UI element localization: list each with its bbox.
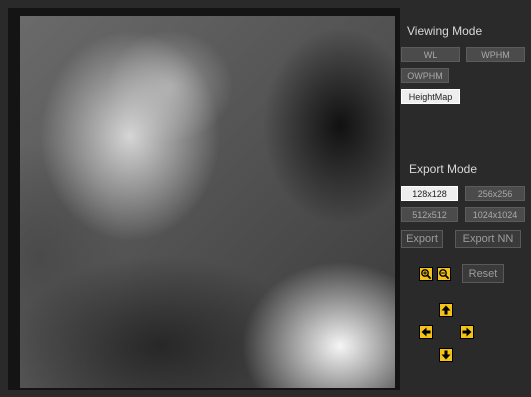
export-nn-button[interactable]: Export NN — [455, 230, 521, 248]
export-button[interactable]: Export — [401, 230, 443, 248]
wphm-button[interactable]: WPHM — [466, 47, 525, 62]
export-mode-title: Export Mode — [409, 162, 478, 176]
heightmap-image — [20, 16, 395, 388]
heightmap-button[interactable]: HeightMap — [401, 89, 460, 104]
reset-button[interactable]: Reset — [462, 264, 504, 283]
heightmap-view[interactable] — [20, 16, 395, 388]
size-1024-button[interactable]: 1024x1024 — [465, 207, 525, 222]
viewing-mode-title: Viewing Mode — [407, 24, 483, 38]
arrow-up-icon[interactable] — [439, 303, 453, 317]
size-256-button[interactable]: 256x256 — [465, 186, 525, 201]
size-512-button[interactable]: 512x512 — [401, 207, 458, 222]
zoom-out-icon[interactable] — [437, 267, 451, 281]
size-128-button[interactable]: 128x128 — [401, 186, 458, 201]
arrow-left-icon[interactable] — [419, 325, 433, 339]
arrow-down-icon[interactable] — [439, 348, 453, 362]
owphm-button[interactable]: OWPHM — [401, 68, 449, 83]
zoom-in-icon[interactable] — [419, 267, 433, 281]
wl-button[interactable]: WL — [401, 47, 460, 62]
arrow-right-icon[interactable] — [460, 325, 474, 339]
